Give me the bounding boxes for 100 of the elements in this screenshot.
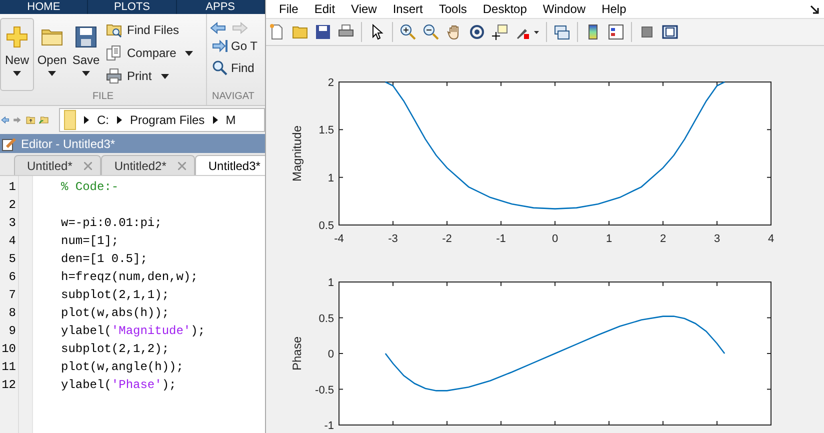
floppy-icon xyxy=(74,25,98,49)
tick-label: 1 xyxy=(328,172,334,184)
tick-label: 1 xyxy=(328,277,334,289)
tick-label: -0.5 xyxy=(315,384,334,396)
folder-icon[interactable] xyxy=(292,24,308,40)
tick-label: 3 xyxy=(714,233,720,245)
code-line: plot(w,angle(h)); xyxy=(61,360,184,374)
code-line: ylabel('Phase'); xyxy=(61,378,176,392)
path-segment[interactable]: C: xyxy=(97,113,109,127)
print-button[interactable]: Print xyxy=(104,66,196,86)
data-cursor-icon[interactable] xyxy=(492,24,508,40)
zoom-in-icon[interactable] xyxy=(400,24,416,40)
documents-icon xyxy=(106,45,122,61)
tick-label: 2 xyxy=(660,233,666,245)
tick-label: 0.5 xyxy=(318,220,334,232)
tick-label: 1.5 xyxy=(318,124,334,137)
tick-label: -1 xyxy=(496,233,506,245)
line-number: 8 xyxy=(8,305,17,322)
caret-icon xyxy=(160,74,169,78)
link-icon[interactable] xyxy=(554,24,570,40)
line-number: 5 xyxy=(8,251,17,268)
menu-item[interactable]: Desktop xyxy=(474,2,535,16)
code-line: w=-pi:0.01:pi; xyxy=(61,216,162,230)
chevron-icon xyxy=(84,116,89,124)
code-line: num=[1]; xyxy=(61,234,119,248)
code-line: subplot(2,1,1); xyxy=(61,288,170,302)
new-button[interactable]: New xyxy=(0,18,34,91)
folder-icon xyxy=(64,110,76,130)
tick-label: 0 xyxy=(552,233,558,245)
code-line: subplot(2,1,2); xyxy=(61,342,170,356)
group-label: NAVIGAT xyxy=(211,91,256,104)
line-number: 10 xyxy=(0,341,17,358)
code-line: % Code:- xyxy=(61,180,119,194)
caret-icon xyxy=(82,71,90,76)
line-number: 12 xyxy=(0,377,17,394)
arrow-to-bar-icon xyxy=(212,39,228,53)
line-number: 11 xyxy=(0,359,17,376)
editor-tab[interactable]: Untitled2* xyxy=(101,155,196,175)
code-line: den=[1 0.5]; xyxy=(61,252,148,266)
tick-label: -1 xyxy=(324,420,334,432)
axis-label: Magnitude xyxy=(290,125,304,182)
menu-item[interactable]: Tools xyxy=(430,2,475,16)
code-line: ylabel('Magnitude'); xyxy=(61,324,206,338)
line-number: 2 xyxy=(8,197,17,214)
tick-label: 0 xyxy=(328,348,334,360)
chevron-icon xyxy=(117,116,122,124)
search-icon xyxy=(212,60,228,76)
menu-item[interactable]: File xyxy=(271,2,306,16)
dock-arrow-icon[interactable] xyxy=(810,5,819,14)
tick-label: 4 xyxy=(768,233,774,245)
menu-item[interactable]: Help xyxy=(594,2,634,16)
forward-arrow-icon xyxy=(232,22,248,34)
square-icon[interactable] xyxy=(639,24,655,40)
tick-label: 0.5 xyxy=(318,312,334,325)
back-arrow-icon[interactable] xyxy=(1,114,10,126)
open-button[interactable]: Open xyxy=(36,18,68,91)
menu-item[interactable]: View xyxy=(343,2,385,16)
path-segment[interactable]: M xyxy=(226,113,236,127)
path-field[interactable]: C: Program Files M xyxy=(59,108,265,132)
compare-button[interactable]: Compare xyxy=(104,43,196,63)
editor-title: Editor - Untitled3* xyxy=(21,136,116,150)
caret-icon xyxy=(185,50,194,56)
line-number: 7 xyxy=(8,287,17,304)
tick-label: 2 xyxy=(328,77,334,89)
axis-label: Phase xyxy=(290,336,304,371)
tick-label: -4 xyxy=(334,233,344,245)
save-button[interactable]: Save xyxy=(70,18,102,91)
tick-label: -2 xyxy=(442,233,452,245)
goto-button[interactable]: Go T xyxy=(210,37,265,55)
tick-label: -3 xyxy=(388,233,398,245)
frame-icon[interactable] xyxy=(662,24,678,40)
group-label: FILE xyxy=(91,91,115,104)
code-line: plot(w,abs(h)); xyxy=(61,306,170,320)
printer-icon xyxy=(106,68,122,84)
chevron-icon xyxy=(212,116,218,124)
caret-icon xyxy=(13,71,21,76)
line-number: 3 xyxy=(8,215,17,232)
pencil-icon xyxy=(2,136,16,150)
zoom-out-icon[interactable] xyxy=(423,24,439,40)
code-line: h=freqz(num,den,w); xyxy=(61,270,198,284)
line-number: 9 xyxy=(8,323,17,340)
menu-item[interactable]: Window xyxy=(534,2,594,16)
find-button[interactable]: Find Files xyxy=(104,20,196,40)
menu-item[interactable]: Edit xyxy=(306,2,344,16)
back-arrow-icon xyxy=(210,22,226,34)
menu-item[interactable]: Insert xyxy=(384,2,431,16)
editor-tab[interactable]: Untitled3* xyxy=(195,155,265,175)
find-button[interactable]: Find xyxy=(210,58,265,78)
new-file-icon[interactable] xyxy=(269,24,285,40)
plus-icon xyxy=(5,25,29,49)
editor-tab[interactable]: Untitled* xyxy=(14,155,102,175)
legend-icon[interactable] xyxy=(608,24,624,40)
line-number: 1 xyxy=(8,179,17,196)
folder-search-icon xyxy=(106,22,122,38)
caret-icon xyxy=(48,71,56,76)
floppy-icon[interactable] xyxy=(315,24,331,40)
tick-label: 1 xyxy=(606,233,612,245)
line-number: 4 xyxy=(8,233,17,250)
path-segment[interactable]: Program Files xyxy=(130,113,205,127)
line-number: 6 xyxy=(8,269,17,286)
